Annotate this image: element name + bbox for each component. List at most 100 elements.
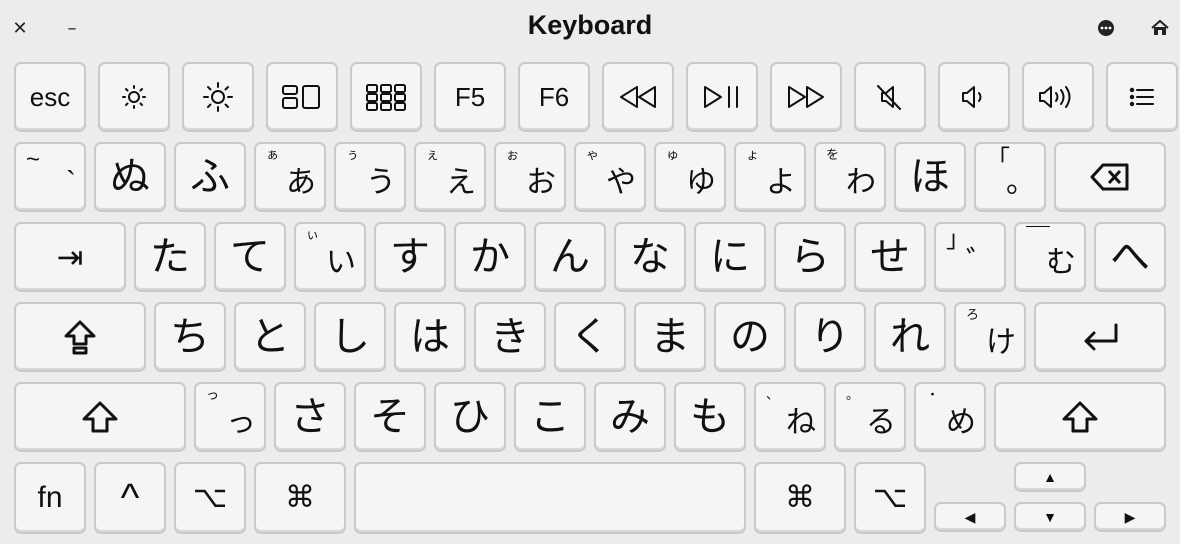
fast-forward-key[interactable] — [770, 62, 842, 132]
list-key[interactable] — [1106, 62, 1178, 132]
key-shift-char: 、 — [766, 387, 780, 402]
volume-down-key[interactable] — [938, 62, 1010, 132]
key-main-char: も — [690, 395, 730, 439]
key-8[interactable]: ゅゆ — [654, 142, 726, 212]
key-row2-1[interactable]: て — [214, 222, 286, 292]
key-row3-2[interactable]: し — [314, 302, 386, 372]
key-7[interactable]: ゃや — [574, 142, 646, 212]
launchpad-key[interactable] — [350, 62, 422, 132]
key-shift-char: ・ — [926, 387, 940, 402]
key-12[interactable]: 「。 — [974, 142, 1046, 212]
return-key[interactable] — [1034, 302, 1166, 372]
key-row2-7[interactable]: に — [694, 222, 766, 292]
key-row4-6[interactable]: も — [674, 382, 746, 452]
home-icon[interactable] — [1146, 14, 1174, 42]
key-row4-8[interactable]: 。る — [834, 382, 906, 452]
key-row2-11[interactable]: ￣ む — [1014, 222, 1086, 292]
more-icon[interactable] — [1092, 14, 1120, 42]
left-option-key[interactable]: ⌥ — [174, 462, 246, 534]
key-11[interactable]: ほ — [894, 142, 966, 212]
control-key[interactable]: ^ — [94, 462, 166, 534]
caps-lock-key[interactable] — [14, 302, 146, 372]
key-row3-0[interactable]: ち — [154, 302, 226, 372]
key-main-char: い — [326, 246, 356, 279]
key-row2-12[interactable]: へ — [1094, 222, 1166, 292]
key-main-char: ん — [550, 235, 590, 279]
arrow-down-key[interactable]: ▼ — [1014, 502, 1086, 532]
esc-key[interactable]: esc — [14, 62, 86, 132]
key-row3-10[interactable]: ろけ — [954, 302, 1026, 372]
key-row3-9[interactable]: れ — [874, 302, 946, 372]
key-row2-8[interactable]: ら — [774, 222, 846, 292]
key-row4-0[interactable]: っっ — [194, 382, 266, 452]
key-row2-10[interactable]: 」゛ — [934, 222, 1006, 292]
key-row2-2[interactable]: ぃい — [294, 222, 366, 292]
arrow-left-key[interactable]: ◀ — [934, 502, 1006, 532]
left-shift-key[interactable] — [14, 382, 186, 452]
arrow-up-key[interactable]: ▲ — [1014, 462, 1086, 492]
key-row3-1[interactable]: と — [234, 302, 306, 372]
key-row3-6[interactable]: ま — [634, 302, 706, 372]
brightness-up-icon — [202, 81, 234, 113]
key-2[interactable]: ふ — [174, 142, 246, 212]
window-title: Keyboard — [527, 10, 653, 40]
key-row4-1[interactable]: さ — [274, 382, 346, 452]
play-pause-key[interactable] — [686, 62, 758, 132]
key-row2-4[interactable]: か — [454, 222, 526, 292]
key-10[interactable]: をわ — [814, 142, 886, 212]
key-3[interactable]: ぁあ — [254, 142, 326, 212]
key-0[interactable]: ~ ` — [14, 142, 86, 212]
key-row3-7[interactable]: の — [714, 302, 786, 372]
key-row4-9[interactable]: ・め — [914, 382, 986, 452]
key-row4-4[interactable]: こ — [514, 382, 586, 452]
shift-icon — [81, 400, 119, 434]
right-command-key[interactable]: ⌘ — [754, 462, 846, 534]
key-row3-3[interactable]: は — [394, 302, 466, 372]
key-row2-3[interactable]: す — [374, 222, 446, 292]
f6-key[interactable]: F6 — [518, 62, 590, 132]
mute-key[interactable] — [854, 62, 926, 132]
mission-control-key[interactable] — [266, 62, 338, 132]
key-row3-4[interactable]: き — [474, 302, 546, 372]
fn-key[interactable]: fn — [14, 462, 86, 534]
rewind-key[interactable] — [602, 62, 674, 132]
key-6[interactable]: ぉお — [494, 142, 566, 212]
key-row4-5[interactable]: み — [594, 382, 666, 452]
key-main-char: こ — [530, 395, 570, 439]
key-main-char: よ — [766, 166, 796, 199]
key-row2-5[interactable]: ん — [534, 222, 606, 292]
brightness-up-key[interactable] — [182, 62, 254, 132]
key-1[interactable]: ぬ — [94, 142, 166, 212]
arrow-right-key[interactable]: ▶ — [1094, 502, 1166, 532]
tab-key[interactable]: ⇥ — [14, 222, 126, 292]
key-row2-9[interactable]: せ — [854, 222, 926, 292]
key-row2-0[interactable]: た — [134, 222, 206, 292]
key-shift-char: ぇ — [426, 147, 440, 162]
key-main-char: 。 — [1006, 166, 1036, 199]
key-5[interactable]: ぇえ — [414, 142, 486, 212]
key-row3-8[interactable]: り — [794, 302, 866, 372]
key-row4-7[interactable]: 、ね — [754, 382, 826, 452]
key-main-char: ゆ — [686, 166, 716, 199]
f5-key[interactable]: F5 — [434, 62, 506, 132]
key-9[interactable]: ょよ — [734, 142, 806, 212]
key-4[interactable]: ぅう — [334, 142, 406, 212]
titlebar: ✕ – Keyboard — [0, 0, 1180, 56]
volume-up-key[interactable] — [1022, 62, 1094, 132]
left-command-key[interactable]: ⌘ — [254, 462, 346, 534]
brightness-down-key[interactable] — [98, 62, 170, 132]
key-shift-char: ゅ — [666, 147, 680, 162]
key-main-char: う — [366, 166, 396, 199]
key-row2-6[interactable]: な — [614, 222, 686, 292]
brightness-down-icon — [119, 82, 149, 112]
backspace-key[interactable] — [1054, 142, 1166, 212]
right-shift-key[interactable] — [994, 382, 1166, 452]
key-row3-5[interactable]: く — [554, 302, 626, 372]
space-key[interactable] — [354, 462, 746, 534]
rewind-icon — [617, 84, 659, 110]
key-row4-2[interactable]: そ — [354, 382, 426, 452]
key-main-char: て — [230, 235, 270, 279]
right-option-key[interactable]: ⌥ — [854, 462, 926, 534]
key-row4-3[interactable]: ひ — [434, 382, 506, 452]
arrow-up-icon: ▲ — [1043, 469, 1057, 485]
